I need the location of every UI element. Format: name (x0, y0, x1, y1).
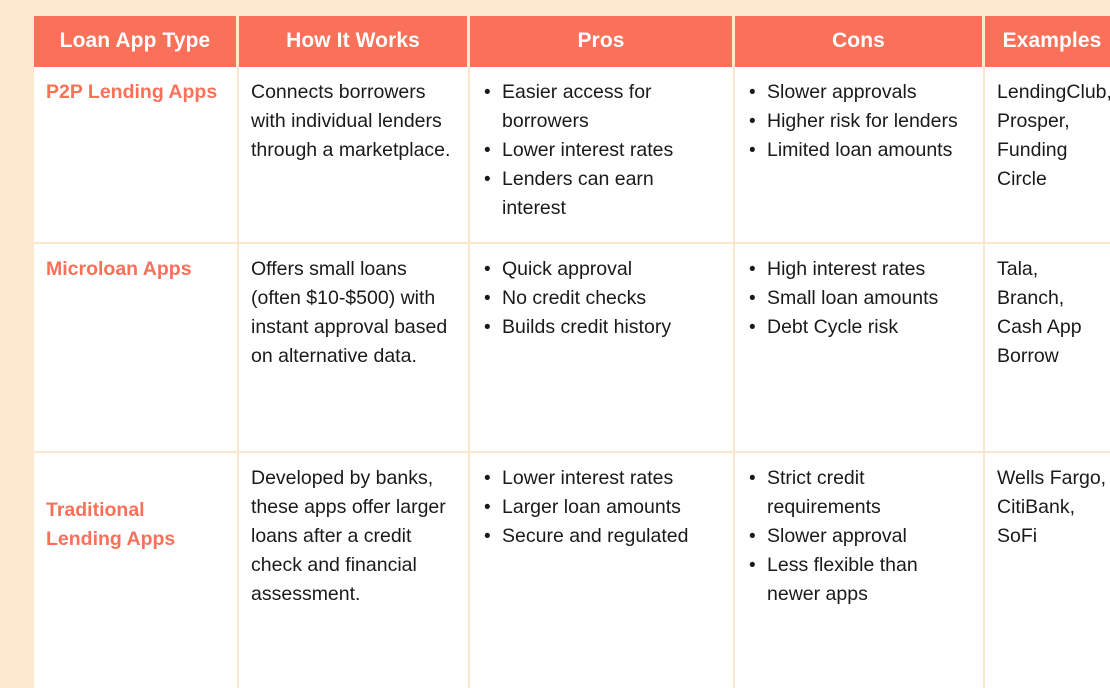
cons-list: Slower approvals Higher risk for lenders… (747, 78, 971, 165)
cons-list: High interest rates Small loan amounts D… (747, 255, 971, 342)
list-item: Small loan amounts (749, 284, 971, 313)
list-item: Lower interest rates (484, 464, 721, 493)
list-item: Limited loan amounts (749, 136, 971, 165)
how-it-works-text: Offers small loans (often $10-$500) with… (251, 258, 448, 367)
cons-list: Strict credit requirements Slower approv… (747, 464, 971, 609)
cell-pros: Lower interest rates Larger loan amounts… (470, 453, 735, 688)
loan-app-comparison-table: Loan App Type How It Works Pros Cons Exa… (34, 16, 1110, 688)
list-item: Easier access for borrowers (484, 78, 721, 136)
cell-cons: Strict credit requirements Slower approv… (735, 453, 985, 688)
examples-text: Wells Fargo, CitiBank, SoFi (997, 467, 1107, 547)
cell-pros: Easier access for borrowers Lower intere… (470, 67, 735, 244)
column-header-cons: Cons (735, 16, 985, 67)
list-item: Lenders can earn interest (484, 165, 721, 223)
examples-text: LendingClub, Prosper, Funding Circle (997, 81, 1110, 190)
pros-list: Easier access for borrowers Lower intere… (482, 78, 721, 223)
list-item: Less flexible than newer apps (749, 551, 971, 609)
list-item: Builds credit history (484, 313, 721, 342)
list-item: High interest rates (749, 255, 971, 284)
cell-cons: Slower approvals Higher risk for lenders… (735, 67, 985, 244)
how-it-works-text: Developed by banks, these apps offer lar… (251, 467, 446, 605)
list-item: Secure and regulated (484, 522, 721, 551)
cell-how-it-works: Offers small loans (often $10-$500) with… (239, 244, 470, 453)
list-item: Strict credit requirements (749, 464, 971, 522)
list-item: Higher risk for lenders (749, 107, 971, 136)
cell-loan-app-type: Traditional Lending Apps (34, 453, 239, 688)
cell-pros: Quick approval No credit checks Builds c… (470, 244, 735, 453)
cell-loan-app-type: Microloan Apps (34, 244, 239, 453)
list-item: Larger loan amounts (484, 493, 721, 522)
cell-examples: Tala, Branch, Cash App Borrow (985, 244, 1110, 453)
table-row: Traditional Lending Apps Developed by ba… (34, 453, 1110, 688)
column-header-how-it-works: How It Works (239, 16, 470, 67)
list-item: Quick approval (484, 255, 721, 284)
table-row: Microloan Apps Offers small loans (often… (34, 244, 1110, 453)
cell-examples: Wells Fargo, CitiBank, SoFi (985, 453, 1110, 688)
cell-cons: High interest rates Small loan amounts D… (735, 244, 985, 453)
table-header: Loan App Type How It Works Pros Cons Exa… (34, 16, 1110, 67)
how-it-works-text: Connects borrowers with individual lende… (251, 81, 451, 161)
list-item: Lower interest rates (484, 136, 721, 165)
list-item: Slower approval (749, 522, 971, 551)
column-header-examples: Examples (985, 16, 1110, 67)
table-body: P2P Lending Apps Connects borrowers with… (34, 67, 1110, 688)
pros-list: Quick approval No credit checks Builds c… (482, 255, 721, 342)
cell-how-it-works: Connects borrowers with individual lende… (239, 67, 470, 244)
examples-text: Tala, Branch, Cash App Borrow (997, 258, 1082, 367)
cell-how-it-works: Developed by banks, these apps offer lar… (239, 453, 470, 688)
list-item: No credit checks (484, 284, 721, 313)
column-header-loan-app-type: Loan App Type (34, 16, 239, 67)
comparison-table-container: Loan App Type How It Works Pros Cons Exa… (34, 16, 1110, 688)
cell-examples: LendingClub, Prosper, Funding Circle (985, 67, 1110, 244)
header-row: Loan App Type How It Works Pros Cons Exa… (34, 16, 1110, 67)
pros-list: Lower interest rates Larger loan amounts… (482, 464, 721, 551)
list-item: Debt Cycle risk (749, 313, 971, 342)
cell-loan-app-type: P2P Lending Apps (34, 67, 239, 244)
table-row: P2P Lending Apps Connects borrowers with… (34, 67, 1110, 244)
column-header-pros: Pros (470, 16, 735, 67)
list-item: Slower approvals (749, 78, 971, 107)
